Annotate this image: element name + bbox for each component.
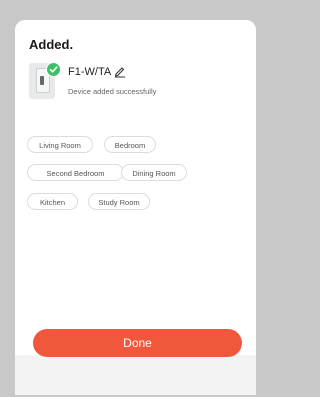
room-chip-dining-room[interactable]: Dining Room xyxy=(121,164,187,181)
room-chip-kitchen[interactable]: Kitchen xyxy=(27,193,78,210)
device-name: F1-W/TA xyxy=(68,66,112,78)
dialog-footer-band xyxy=(15,355,256,395)
room-chip-second-bedroom[interactable]: Second Bedroom xyxy=(27,164,124,181)
room-chip-living-room[interactable]: Living Room xyxy=(27,136,93,153)
room-chip-bedroom[interactable]: Bedroom xyxy=(104,136,156,153)
check-circle-icon xyxy=(46,62,61,77)
pencil-icon[interactable] xyxy=(113,64,127,78)
device-status: Device added successfully xyxy=(68,87,157,96)
done-button[interactable]: Done xyxy=(33,329,242,357)
device-added-dialog: Added. F1-W/TA Device added successfully… xyxy=(15,20,256,395)
dialog-title: Added. xyxy=(29,37,74,52)
room-chip-study-room[interactable]: Study Room xyxy=(88,193,150,210)
